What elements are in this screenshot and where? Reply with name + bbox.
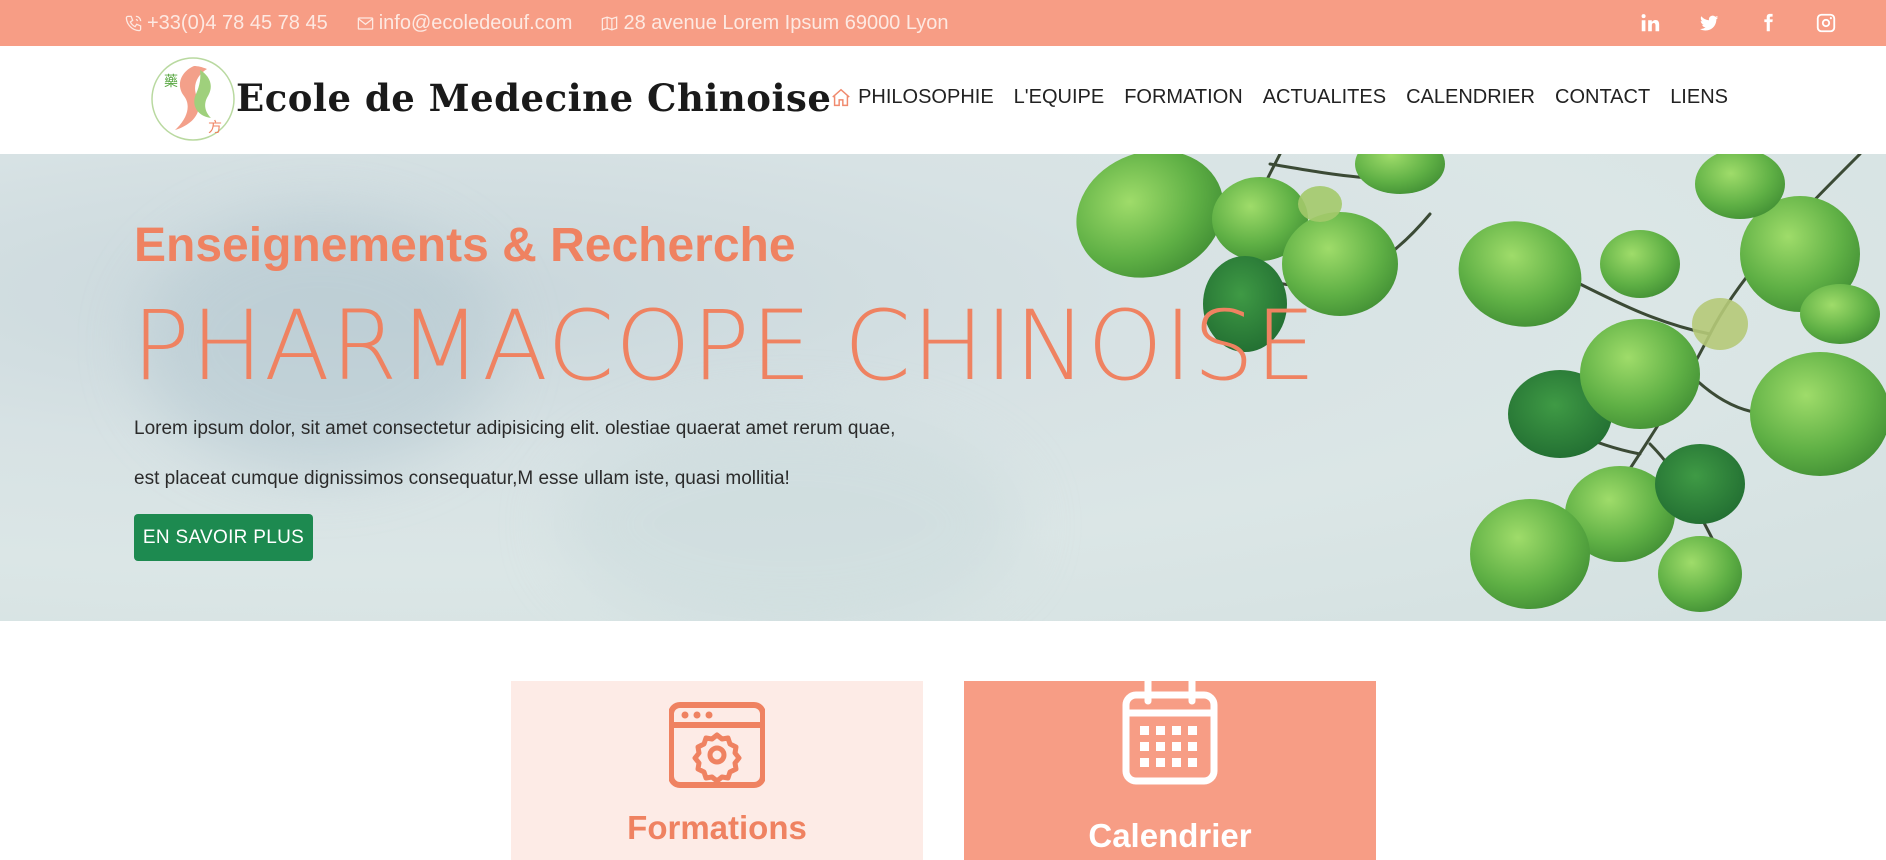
hero-title: PHARMACOPE CHINOISE	[132, 290, 1317, 402]
hero-banner: Enseignements & Recherche PHARMACOPE CHI…	[0, 154, 1886, 621]
main-navigation: PHILOSOPHIE L'EQUIPE FORMATION ACTUALITE…	[810, 86, 1728, 109]
nav-item-actualites[interactable]: ACTUALITES	[1263, 86, 1386, 109]
browser-settings-icon	[669, 702, 765, 788]
formations-label: Formations	[627, 809, 807, 846]
address-contact[interactable]: 28 avenue Lorem Ipsum 69000 Lyon	[600, 11, 949, 35]
nav-item-equipe[interactable]: L'EQUIPE	[1014, 86, 1105, 109]
linkedin-icon[interactable]	[1638, 11, 1662, 35]
social-links	[1486, 0, 1886, 46]
formations-card[interactable]: Formations	[511, 681, 923, 860]
map-icon	[602, 15, 618, 31]
nav-item-liens[interactable]: LIENS	[1670, 86, 1728, 109]
address-text: 28 avenue Lorem Ipsum 69000 Lyon	[623, 11, 949, 34]
svg-text:方: 方	[208, 120, 222, 136]
top-contact-bar: +33(0)4 78 45 78 45 info@ecoledeouf.com …	[0, 0, 1886, 46]
calendrier-label: Calendrier	[1088, 817, 1252, 854]
nav-item-contact[interactable]: CONTACT	[1555, 86, 1650, 109]
school-name[interactable]: Ecole de Medecine Chinoise	[236, 76, 831, 120]
nav-label: PHILOSOPHIE	[858, 86, 994, 108]
home-icon[interactable]	[830, 87, 852, 109]
hero-subtitle: Enseignements & Recherche	[134, 219, 796, 272]
calendar-icon	[1122, 681, 1218, 785]
nav-item-formation[interactable]: FORMATION	[1124, 86, 1243, 109]
instagram-icon[interactable]	[1814, 11, 1838, 35]
nav-item-philosophie[interactable]: PHILOSOPHIE	[830, 86, 994, 109]
envelope-icon	[357, 16, 373, 30]
phone-icon	[125, 15, 142, 31]
email-address: info@ecoledeouf.com	[378, 11, 573, 34]
school-logo[interactable]: 藥 方	[150, 56, 236, 142]
hero-text-line-1: Lorem ipsum dolor, sit amet consectetur …	[134, 418, 896, 439]
logo-emblem-icon: 藥 方	[151, 57, 235, 141]
hero-text-line-2: est placeat cumque dignissimos consequat…	[134, 468, 790, 489]
nav-item-calendrier[interactable]: CALENDRIER	[1406, 86, 1535, 109]
phone-contact[interactable]: +33(0)4 78 45 78 45	[124, 12, 328, 35]
learn-more-button[interactable]: EN SAVOIR PLUS	[134, 514, 313, 561]
email-contact[interactable]: info@ecoledeouf.com	[356, 11, 573, 35]
contact-info: +33(0)4 78 45 78 45 info@ecoledeouf.com …	[124, 0, 977, 46]
calendrier-card[interactable]: Calendrier	[964, 681, 1376, 860]
phone-number: +33(0)4 78 45 78 45	[147, 11, 328, 34]
facebook-icon[interactable]	[1756, 11, 1780, 35]
background-blur	[560, 414, 1020, 621]
svg-text:藥: 藥	[164, 74, 178, 90]
twitter-icon[interactable]	[1697, 11, 1721, 35]
